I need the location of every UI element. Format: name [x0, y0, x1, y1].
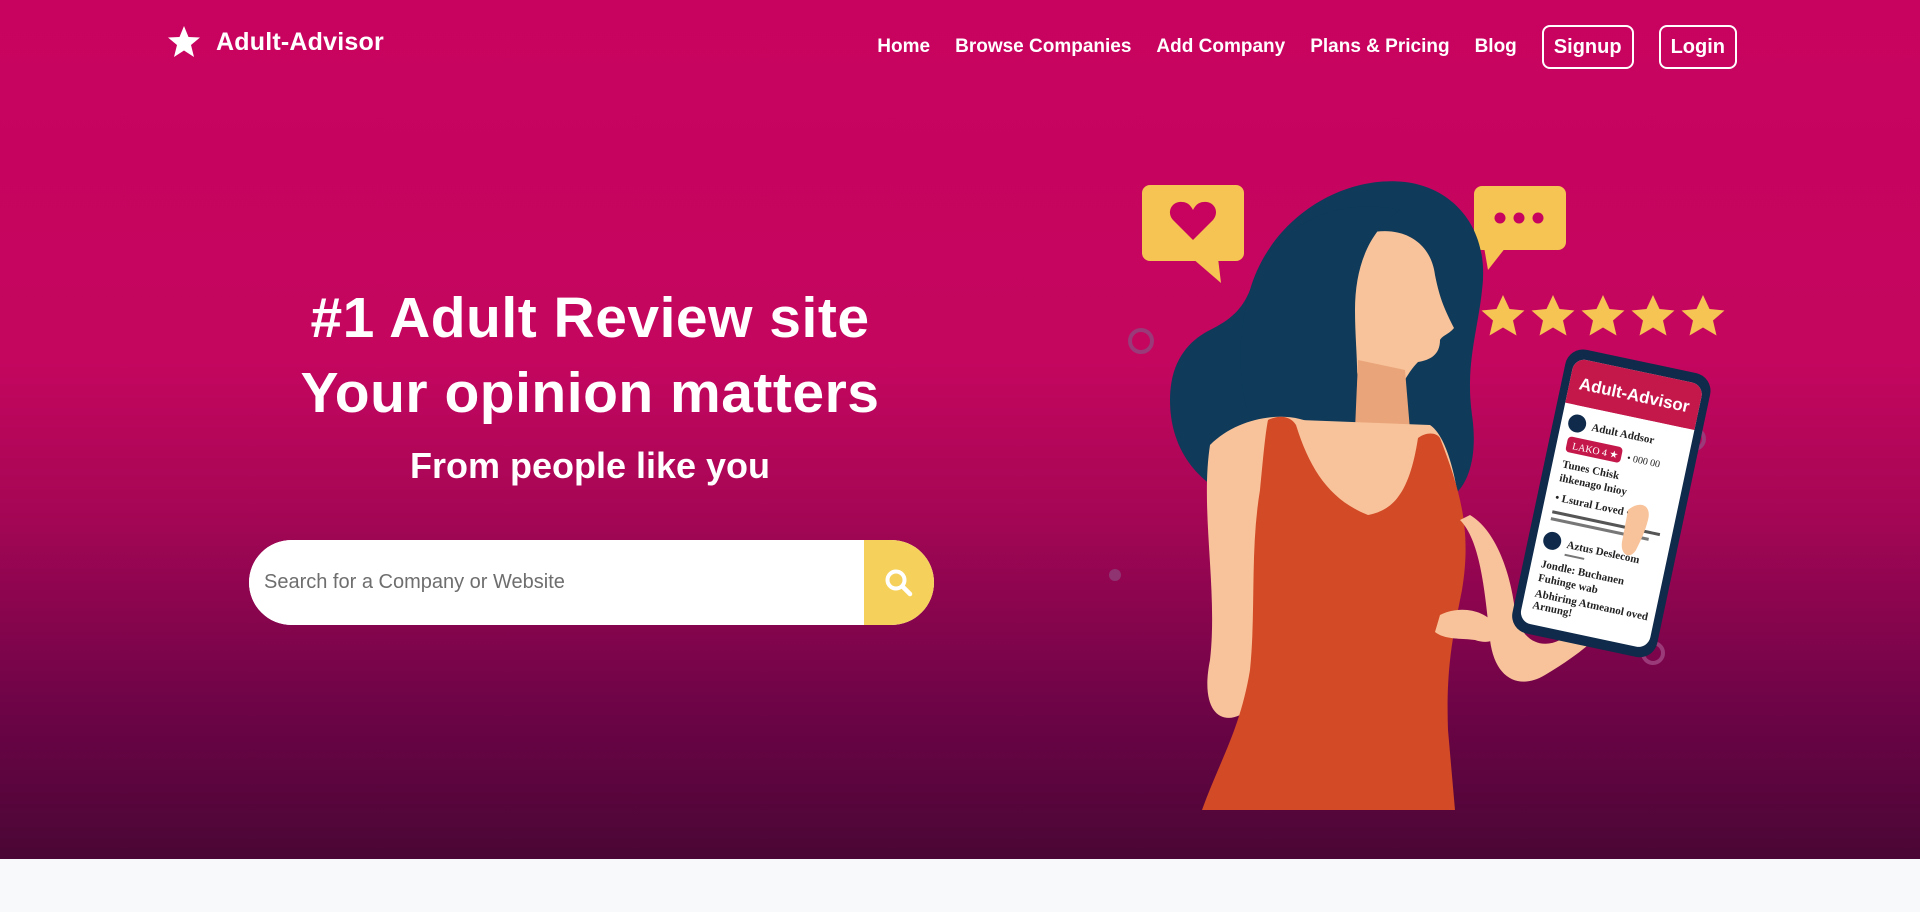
brand-name: Adult-Advisor	[216, 27, 384, 56]
main-nav: Home Browse Companies Add Company Plans …	[852, 25, 1737, 69]
search-input[interactable]	[249, 540, 864, 625]
content-section	[0, 859, 1920, 912]
hero-illustration: Adult-Advisor Adult Addsor LAKO 4 ★ • 00…	[1109, 181, 1725, 810]
chat-bubble-icon	[1474, 186, 1566, 270]
star-icon	[1481, 295, 1525, 336]
headline-line-1: #1 Adult Review site	[310, 286, 870, 350]
brand-logo[interactable]: Adult-Advisor	[166, 24, 384, 60]
search-button[interactable]	[864, 540, 934, 625]
phone-mockup: Adult-Advisor Adult Addsor LAKO 4 ★ • 00…	[1512, 349, 1711, 658]
nav-plans-pricing[interactable]: Plans & Pricing	[1310, 36, 1449, 58]
hero-headline: #1 Adult Review site Your opinion matter…	[200, 281, 980, 431]
star-icon	[1531, 295, 1575, 336]
woman-neck	[1355, 360, 1410, 430]
search-bar	[249, 540, 934, 625]
heart-bubble-icon	[1142, 185, 1244, 283]
decor-dot	[1109, 569, 1121, 581]
search-icon	[885, 569, 913, 596]
hero-subheadline: From people like you	[409, 445, 771, 486]
star-icon	[1631, 295, 1675, 336]
nav-blog[interactable]: Blog	[1475, 36, 1517, 58]
star-icon	[1681, 295, 1725, 336]
star-icon	[1581, 295, 1625, 336]
star-icon	[168, 26, 200, 57]
nav-add-company[interactable]: Add Company	[1156, 36, 1285, 58]
five-stars-rating	[1481, 295, 1725, 336]
hero-section: Adult-Advisor Home Browse Companies Add …	[0, 0, 1920, 859]
decor-circle	[1128, 328, 1154, 354]
signup-button[interactable]: Signup	[1541, 25, 1634, 69]
nav-browse-companies[interactable]: Browse Companies	[955, 36, 1131, 58]
headline-line-2: Your opinion matters	[300, 361, 880, 425]
login-button[interactable]: Login	[1658, 25, 1737, 69]
nav-home[interactable]: Home	[877, 36, 930, 58]
